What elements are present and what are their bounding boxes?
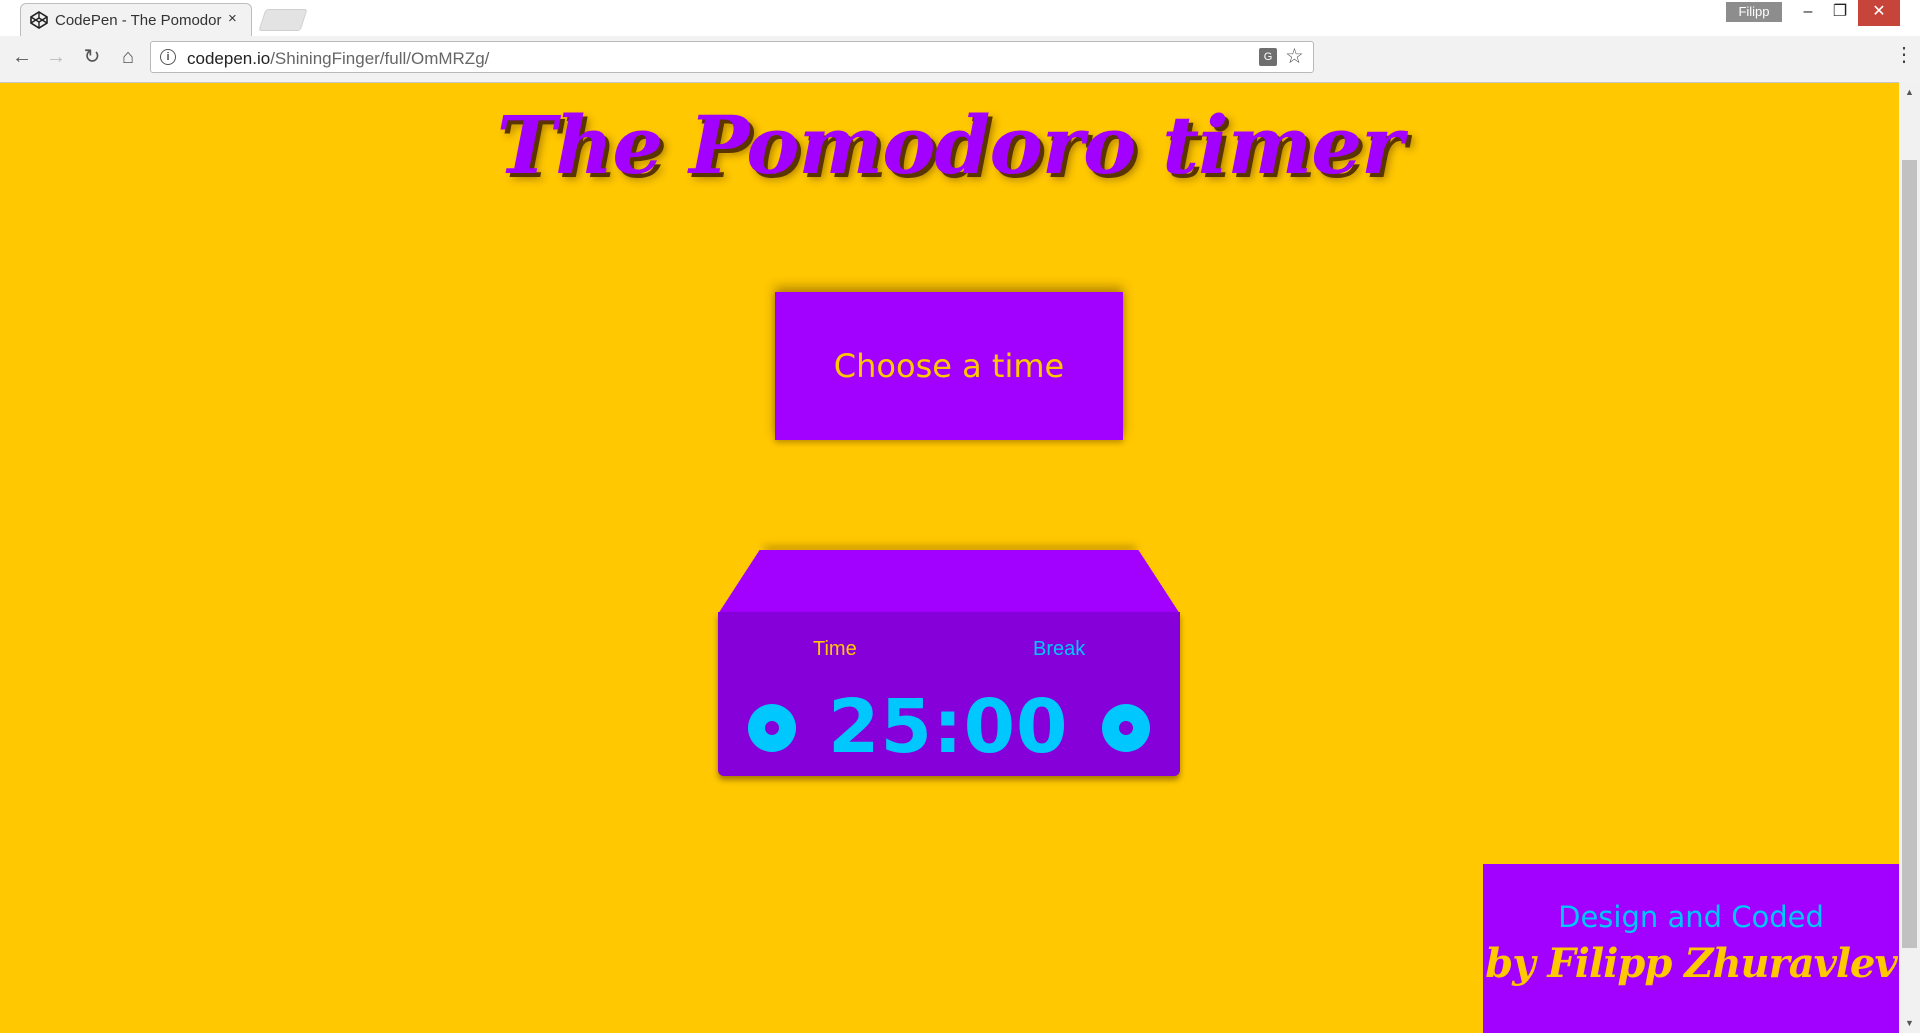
close-window-icon[interactable]: ✕	[1858, 0, 1900, 26]
browser-toolbar: ← → ↻ ⌂ i codepen.io/ShiningFinger/full/…	[0, 37, 1920, 82]
home-icon[interactable]: ⌂	[114, 43, 142, 71]
translate-icon[interactable]: G	[1259, 48, 1277, 66]
clock-body: Time Break 25:00	[718, 612, 1180, 776]
break-knob[interactable]	[1102, 704, 1150, 752]
reload-icon[interactable]: ↻	[78, 43, 106, 71]
page-scrollbar[interactable]: ▲ ▼	[1899, 82, 1920, 1033]
time-knob[interactable]	[748, 704, 796, 752]
browser-chrome: CodePen - The Pomodor × Filipp – ❐ ✕ ← →…	[0, 0, 1920, 83]
url-text[interactable]: codepen.io/ShiningFinger/full/OmMRZg/	[187, 49, 489, 69]
forward-icon[interactable]: →	[42, 43, 70, 71]
credit-box: Design and Coded by Filipp Zhuravlev	[1483, 864, 1899, 1033]
profile-badge[interactable]: Filipp	[1726, 2, 1782, 22]
break-label[interactable]: Break	[1033, 638, 1085, 661]
site-info-icon[interactable]: i	[160, 49, 176, 65]
url-path: /ShiningFinger/full/OmMRZg/	[270, 49, 490, 68]
page-title: The Pomodoro timer	[496, 98, 1404, 192]
codepen-icon	[30, 11, 48, 29]
browser-tab[interactable]: CodePen - The Pomodor ×	[20, 3, 252, 36]
back-icon[interactable]: ←	[8, 43, 36, 71]
credit-author: by Filipp Zhuravlev	[1485, 940, 1897, 987]
tab-close-icon[interactable]: ×	[228, 11, 237, 27]
address-bar[interactable]: i codepen.io/ShiningFinger/full/OmMRZg/ …	[150, 41, 1314, 73]
bookmark-star-icon[interactable]: ☆	[1285, 45, 1304, 69]
time-label[interactable]: Time	[813, 638, 857, 661]
browser-menu-icon[interactable]: ⋮	[1894, 44, 1914, 66]
clock-top	[718, 550, 1180, 614]
choose-time-button[interactable]: Choose a time	[775, 292, 1123, 440]
maximize-icon[interactable]: ❐	[1818, 0, 1862, 26]
tab-strip: CodePen - The Pomodor × Filipp – ❐ ✕	[0, 0, 1920, 36]
credit-line-1: Design and Coded	[1558, 900, 1824, 934]
clock-display: 25:00	[828, 684, 1069, 770]
scroll-thumb[interactable]	[1902, 160, 1917, 948]
scroll-up-icon[interactable]: ▲	[1899, 82, 1920, 102]
scroll-down-icon[interactable]: ▼	[1899, 1013, 1920, 1033]
url-host: codepen.io	[187, 49, 271, 68]
tab-title: CodePen - The Pomodor	[55, 12, 222, 29]
new-tab-button[interactable]	[258, 9, 308, 31]
